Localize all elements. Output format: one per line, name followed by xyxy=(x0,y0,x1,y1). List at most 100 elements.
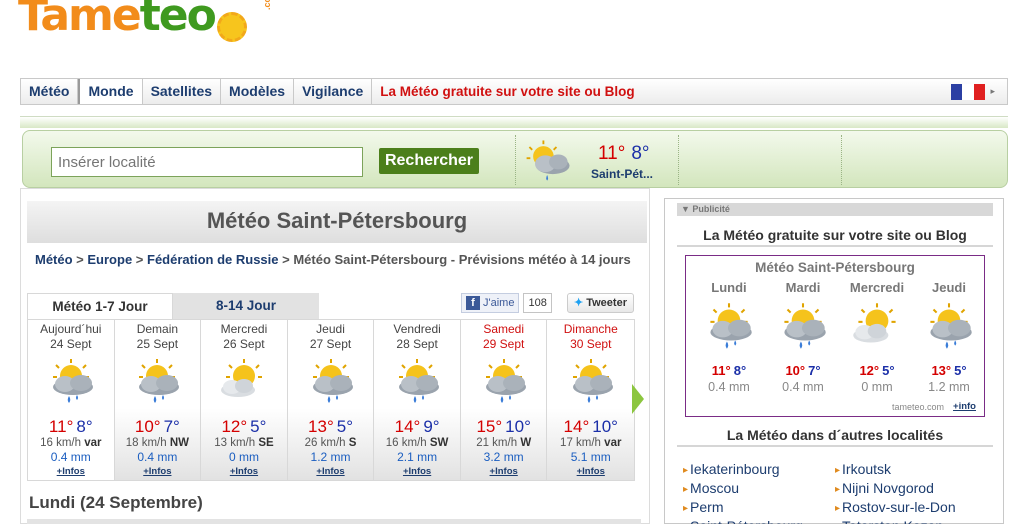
sidebar: ▼ Publicité La Météo gratuite sur votre … xyxy=(664,198,1004,524)
forecast-tabs: Météo 1-7 Jour 8-14 Jour xyxy=(27,293,319,319)
city-link[interactable]: Saint-Pétersbourg xyxy=(683,518,803,524)
nav-item-meteo[interactable]: Météo xyxy=(21,79,79,104)
temp-low: 9° xyxy=(423,417,440,436)
nav-item-satellites[interactable]: Satellites xyxy=(143,79,222,104)
sun-cloud-rain-icon xyxy=(139,359,180,403)
tab-1-7-days[interactable]: Météo 1-7 Jour xyxy=(27,293,173,319)
widget-temp-low: 8° xyxy=(733,363,747,378)
temp-high: 11° xyxy=(48,417,74,436)
current-temps: 11° 8° xyxy=(598,143,650,165)
wind-direction: S xyxy=(348,437,357,449)
breadcrumb-link-europe[interactable]: Europe xyxy=(87,252,132,267)
widget-day-name: Lundi xyxy=(711,280,747,295)
day-name: Dimanche xyxy=(563,322,618,336)
breadcrumb-current: Météo Saint-Pétersbourg - Prévisions mét… xyxy=(293,252,631,267)
day-temps: 10° 7° xyxy=(115,418,201,436)
wind-info: 18 km/h NW xyxy=(115,436,201,450)
tab-8-14-days[interactable]: 8-14 Jour xyxy=(173,293,319,319)
widget-temp-high: 11° xyxy=(711,363,731,378)
forecast-day[interactable]: Vendredi 28 Sept 14° 9° 16 km/h SW 2.1 mm +Inf… xyxy=(374,320,461,480)
search-input[interactable] xyxy=(51,147,363,177)
day-section-title: Lundi (24 Septembre) xyxy=(29,493,203,512)
nav-item-monde[interactable]: Monde xyxy=(78,79,143,104)
weather-widget[interactable]: Météo Saint-Pétersbourg tameteo.com +inf… xyxy=(685,255,985,417)
city-link[interactable]: Nijni Novgorod xyxy=(835,480,934,496)
day-info-link[interactable]: +Infos xyxy=(201,465,287,479)
city-link[interactable]: Iekaterinbourg xyxy=(683,461,780,477)
widget-day-name: Mercredi xyxy=(849,280,905,295)
breadcrumb-link-meteo[interactable]: Météo xyxy=(35,252,73,267)
forecast-day[interactable]: Mercredi 26 Sept 12° 5° 13 km/h SE 0 mm +Infos xyxy=(201,320,288,480)
widget-temp-low: 5° xyxy=(882,363,895,378)
forecast-day[interactable]: Aujourd´hui 24 Sept 11° 8° 16 km/h var 0.4 mm… xyxy=(28,320,115,480)
breadcrumb: Météo > Europe > Fédération de Russie > … xyxy=(35,252,631,267)
wind-info: 16 km/h SW xyxy=(374,436,460,450)
day-info-link[interactable]: +Infos xyxy=(115,465,201,479)
widget-promo-heading: La Météo gratuite sur votre site ou Blog xyxy=(677,227,993,247)
city-link[interactable]: Perm xyxy=(683,499,723,515)
wind-info: 21 km/h W xyxy=(461,436,547,450)
temp-high: 10° xyxy=(134,417,161,436)
temp-high: 12° xyxy=(221,417,248,436)
wind-direction: var xyxy=(604,437,622,449)
sun-cloud-rain-icon xyxy=(52,359,93,403)
wind-direction: var xyxy=(84,437,102,449)
temp-low: 5° xyxy=(336,417,354,436)
day-temps: 12° 5° xyxy=(201,418,287,436)
city-link[interactable]: Rostov-sur-le-Don xyxy=(835,499,956,515)
city-link[interactable]: Irkoutsk xyxy=(835,461,891,477)
forecast-day[interactable]: Samedi 29 Sept 15° 10° 21 km/h W 3.2 mm +Infos xyxy=(460,320,548,480)
temp-low: 8° xyxy=(76,417,93,436)
tweet-button[interactable]: ✦ Tweeter xyxy=(567,293,634,313)
nav-promo-link[interactable]: La Météo gratuite sur votre site ou Blog xyxy=(372,79,642,104)
sun-cloud-rain-icon xyxy=(485,359,526,403)
widget-credit: tameteo.com xyxy=(891,402,944,412)
day-info-link[interactable]: +Infos xyxy=(28,465,114,479)
precipitation: 5.1 mm xyxy=(570,450,611,464)
language-dropdown-icon[interactable]: ▸ xyxy=(990,86,995,97)
next-days-arrow-icon[interactable] xyxy=(632,384,646,414)
breadcrumb-link-russia[interactable]: Fédération de Russie xyxy=(147,252,278,267)
language-flag-icon[interactable] xyxy=(951,84,985,100)
day-info-link[interactable]: +Infos xyxy=(288,465,374,479)
wind-direction: SW xyxy=(429,437,449,449)
logo-text: Tameteo xyxy=(18,0,217,41)
widget-precipitation: 0.4 mm xyxy=(708,380,750,394)
wind-info: 26 km/h S xyxy=(288,436,374,450)
nav-item-modeles[interactable]: Modèles xyxy=(221,79,295,104)
precipitation: 3.2 mm xyxy=(483,450,524,464)
wind-speed: 16 km/h xyxy=(40,437,81,449)
day-info-link[interactable]: +Infos xyxy=(461,465,547,479)
facebook-like-button[interactable]: f J'aime xyxy=(461,293,520,313)
forecast-day[interactable]: Dimanche 30 Sept 14° 10° 17 km/h var 5.1 mm +I… xyxy=(547,320,635,480)
wind-speed: 17 km/h xyxy=(560,437,601,449)
forecast-day[interactable]: Demain 25 Sept 10° 7° 18 km/h NW 0.4 mm +Infos xyxy=(114,320,202,480)
site-logo[interactable]: Tameteo xyxy=(18,0,247,42)
temp-high: 15° xyxy=(476,417,503,436)
precipitation: 1.2 mm xyxy=(310,450,351,464)
widget-precipitation: 1.2 mm xyxy=(928,380,970,394)
precipitation: 0.4 mm xyxy=(137,450,178,464)
forecast-day[interactable]: Jeudi 27 Sept 13° 5° 26 km/h S 1.2 mm +Infos xyxy=(287,320,375,480)
current-city-link[interactable]: Saint-Pét... xyxy=(591,167,653,181)
current-weather-icon xyxy=(526,140,570,181)
day-info-link[interactable]: +Infos xyxy=(374,465,460,479)
wind-speed: 26 km/h xyxy=(304,437,346,449)
widget-info-link[interactable]: +info xyxy=(953,401,976,412)
widget-temp-high: 13° xyxy=(931,363,952,378)
day-info-link[interactable]: +Infos xyxy=(547,465,634,479)
hourly-table-header xyxy=(27,519,641,524)
search-button[interactable]: Rechercher xyxy=(379,148,479,174)
day-temps: 14° 10° xyxy=(547,418,634,436)
forecast-panel: Météo Saint-Pétersbourg Météo > Europe >… xyxy=(20,188,650,524)
widget-temp-high: 12° xyxy=(859,363,880,378)
temp-high: 14° xyxy=(394,417,421,436)
widget-temps: 11° 8° xyxy=(692,363,766,378)
nav-item-vigilance[interactable]: Vigilance xyxy=(294,79,373,104)
city-link[interactable]: Tatarstan Kazan xyxy=(835,518,943,524)
wind-info: 16 km/h var xyxy=(28,436,114,450)
wind-speed: 13 km/h xyxy=(214,437,256,449)
city-link[interactable]: Moscou xyxy=(683,480,739,496)
widget-day: Mercredi 12° 5° 0 mm xyxy=(840,280,914,394)
widget-day: Jeudi 13° 5° 1.2 mm xyxy=(912,280,986,394)
